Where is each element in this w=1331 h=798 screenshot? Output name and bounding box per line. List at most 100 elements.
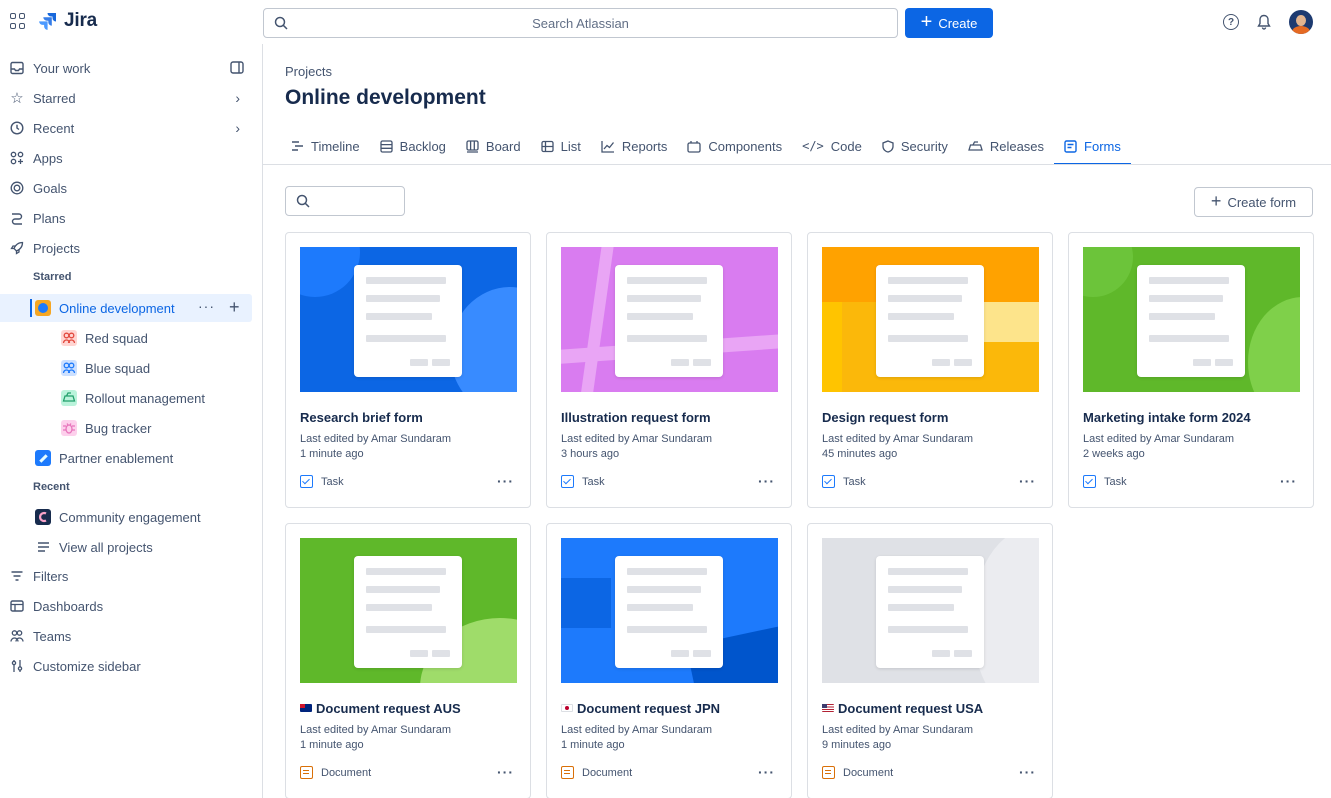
sidebar-item-apps[interactable]: Apps — [0, 144, 252, 172]
form-type: Task — [300, 475, 344, 488]
tab-releases[interactable]: Releases — [958, 128, 1054, 164]
help-icon[interactable]: ? — [1223, 14, 1239, 30]
sidebar-project-online-development[interactable]: Online development ··· + — [0, 294, 252, 322]
form-type-label: Task — [843, 475, 866, 488]
tab-timeline[interactable]: Timeline — [285, 128, 370, 164]
bug-tracker-project-icon — [61, 420, 77, 436]
form-title[interactable]: Document request USA — [822, 701, 983, 716]
form-time: 1 minute ago — [300, 739, 364, 751]
more-actions-icon[interactable]: ··· — [497, 764, 514, 780]
form-card[interactable]: Document request USA Last edited by Amar… — [807, 523, 1053, 798]
form-title-text: Document request JPN — [577, 701, 721, 716]
star-icon: ☆ — [10, 90, 24, 107]
form-icon — [1064, 139, 1077, 153]
form-time: 3 hours ago — [561, 448, 620, 460]
sidebar-item-starred[interactable]: ☆ Starred › — [0, 84, 252, 112]
panel-toggle-icon[interactable] — [230, 61, 244, 74]
tab-security[interactable]: Security — [872, 128, 958, 164]
tab-label: Timeline — [311, 138, 360, 154]
sidebar-project-partner-enablement[interactable]: Partner enablement — [0, 444, 252, 472]
form-editor: Last edited by Amar Sundaram — [300, 433, 452, 445]
more-actions-icon[interactable]: ··· — [497, 473, 514, 489]
form-title[interactable]: Research brief form — [300, 410, 423, 425]
create-button[interactable]: + Create — [905, 8, 993, 38]
sidebar-item-filters[interactable]: Filters — [0, 562, 252, 590]
sidebar-item-dashboards[interactable]: Dashboards — [0, 592, 252, 620]
tab-list[interactable]: List — [531, 128, 591, 164]
view-all-projects-link[interactable]: View all projects — [0, 533, 252, 561]
chevron-right-icon: › — [235, 90, 240, 106]
form-meta: Last edited by Amar Sundaram 1 minute ag… — [561, 723, 712, 753]
timeline-icon — [292, 141, 303, 151]
form-title[interactable]: Design request form — [822, 410, 948, 425]
tab-label: Releases — [989, 138, 1045, 154]
tab-board[interactable]: Board — [456, 128, 531, 164]
sidebar-item-projects[interactable]: Projects — [0, 234, 252, 262]
partner-enablement-project-icon — [35, 450, 51, 466]
shield-icon — [882, 139, 894, 153]
more-actions-icon[interactable]: ··· — [758, 764, 775, 780]
sidebar-project-red-squad[interactable]: Red squad — [0, 324, 252, 352]
tab-reports[interactable]: Reports — [591, 128, 678, 164]
form-card[interactable]: Marketing intake form 2024 Last edited b… — [1068, 232, 1314, 508]
plus-icon: + — [920, 11, 933, 33]
more-actions-icon[interactable]: ··· — [1280, 473, 1297, 489]
customize-icon — [11, 660, 23, 672]
form-card[interactable]: Illustration request form Last edited by… — [546, 232, 792, 508]
more-actions-icon[interactable]: ··· — [1019, 473, 1036, 489]
sidebar-item-teams[interactable]: Teams — [0, 622, 252, 650]
form-meta: Last edited by Amar Sundaram 2 weeks ago — [1083, 432, 1234, 462]
form-preview-paper — [615, 556, 723, 668]
document-icon — [300, 766, 313, 779]
sidebar-project-label: Online development — [59, 301, 175, 316]
more-actions-icon[interactable]: ··· — [198, 298, 215, 314]
form-type-label: Task — [582, 475, 605, 488]
sidebar-item-your-work[interactable]: Your work — [0, 54, 252, 82]
red-squad-project-icon — [61, 330, 77, 346]
create-form-button[interactable]: + Create form — [1194, 187, 1313, 217]
form-card[interactable]: Document request JPN Last edited by Amar… — [546, 523, 792, 798]
tab-code[interactable]: </> Code — [792, 128, 872, 164]
sidebar-project-blue-squad[interactable]: Blue squad — [0, 354, 252, 382]
form-type: Document — [561, 766, 632, 779]
form-title[interactable]: Document request JPN — [561, 701, 720, 716]
sidebar-item-customize-sidebar[interactable]: Customize sidebar — [0, 652, 252, 680]
global-search-input[interactable]: Search Atlassian — [263, 8, 898, 38]
form-card[interactable]: Design request form Last edited by Amar … — [807, 232, 1053, 508]
online-development-project-icon — [35, 300, 51, 316]
plus-icon: + — [1210, 191, 1222, 211]
breadcrumb[interactable]: Projects — [285, 64, 332, 79]
form-title[interactable]: Marketing intake form 2024 — [1083, 410, 1251, 425]
starred-section-label: Starred — [33, 271, 72, 283]
form-card[interactable]: Document request AUS Last edited by Amar… — [285, 523, 531, 798]
user-avatar[interactable] — [1289, 10, 1313, 34]
notifications-bell-icon[interactable] — [1257, 14, 1271, 30]
app-switcher-icon[interactable] — [10, 13, 26, 29]
sidebar-item-goals[interactable]: Goals — [0, 174, 252, 202]
sidebar-project-community-engagement[interactable]: Community engagement — [0, 503, 252, 531]
sidebar-item-label: Plans — [33, 211, 66, 226]
form-title[interactable]: Illustration request form — [561, 410, 711, 425]
more-actions-icon[interactable]: ··· — [758, 473, 775, 489]
tab-backlog[interactable]: Backlog — [370, 128, 456, 164]
form-card[interactable]: Research brief form Last edited by Amar … — [285, 232, 531, 508]
tab-components[interactable]: Components — [677, 128, 792, 164]
sidebar: Your work ☆ Starred › Recent › Apps Goal… — [0, 44, 262, 798]
sidebar-item-recent[interactable]: Recent › — [0, 114, 252, 142]
code-icon: </> — [802, 139, 824, 153]
form-editor: Last edited by Amar Sundaram — [561, 433, 713, 445]
add-icon[interactable]: + — [229, 297, 240, 318]
form-meta: Last edited by Amar Sundaram 3 hours ago — [561, 432, 712, 462]
forms-search-input[interactable] — [285, 186, 405, 216]
sidebar-item-plans[interactable]: Plans — [0, 204, 252, 232]
dashboard-icon — [10, 600, 24, 612]
page-title: Online development — [285, 86, 486, 109]
jira-logo[interactable]: Jira — [38, 10, 97, 32]
sidebar-project-rollout-management[interactable]: Rollout management — [0, 384, 252, 412]
tab-forms[interactable]: Forms — [1054, 128, 1131, 165]
form-title[interactable]: Document request AUS — [300, 701, 461, 716]
document-icon — [561, 766, 574, 779]
more-actions-icon[interactable]: ··· — [1019, 764, 1036, 780]
form-editor: Last edited by Amar Sundaram — [1083, 433, 1235, 445]
sidebar-project-bug-tracker[interactable]: Bug tracker — [0, 414, 252, 442]
